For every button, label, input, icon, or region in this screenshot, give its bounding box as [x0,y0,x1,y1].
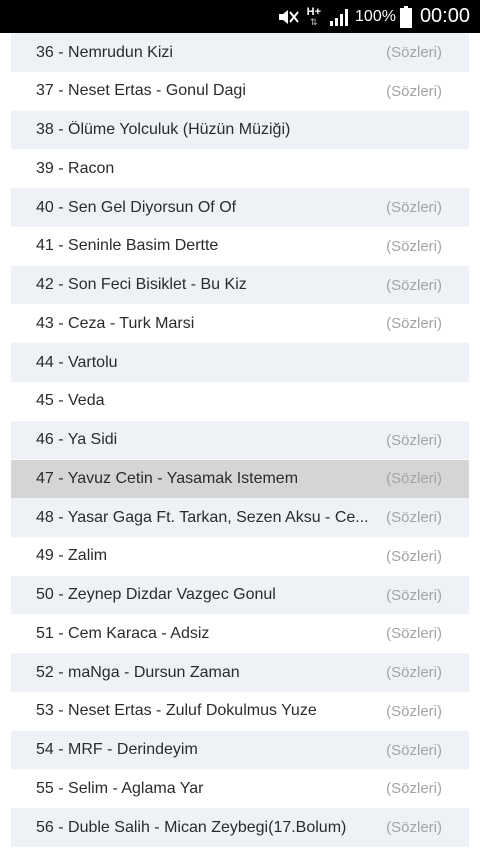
song-title: 52 - maNga - Dursun Zaman [36,663,240,681]
network-indicator: H+ ⇅ [306,5,322,27]
network-arrows-icon: ⇅ [310,16,318,27]
list-item[interactable]: 46 - Ya Sidi (Sözleri) [11,420,469,460]
lyrics-link[interactable]: (Sözleri) [386,587,442,604]
lyrics-link[interactable]: (Sözleri) [386,199,442,216]
list-item[interactable]: 50 - Zeynep Dizdar Vazgec Gonul (Sözleri) [11,575,469,615]
list-item[interactable]: 39 - Racon [11,149,469,189]
song-title: 46 - Ya Sidi [36,431,118,449]
lyrics-link[interactable]: (Sözleri) [386,625,442,642]
list-item[interactable]: 49 - Zalim (Sözleri) [11,537,469,576]
lyrics-link[interactable]: (Sözleri) [386,83,442,100]
song-title: 55 - Selim - Aglama Yar [36,779,204,797]
lyrics-link[interactable]: (Sözleri) [386,819,442,836]
song-title: 39 - Racon [36,159,115,177]
song-title: 37 - Neset Ertas - Gonul Dagi [36,82,246,100]
lyrics-link[interactable]: (Sözleri) [386,742,442,759]
list-item[interactable]: 52 - maNga - Dursun Zaman (Sözleri) [11,653,469,692]
list-item[interactable]: 51 - Cem Karaca - Adsiz (Sözleri) [11,614,469,654]
signal-icon [329,8,349,26]
song-title: 41 - Seninle Basim Dertte [36,237,219,255]
lyrics-link[interactable]: (Sözleri) [386,548,442,565]
list-item[interactable]: 55 - Selim - Aglama Yar (Sözleri) [11,769,469,809]
lyrics-link[interactable]: (Sözleri) [386,277,442,294]
lyrics-link[interactable]: (Sözleri) [386,703,442,720]
list-item[interactable]: 47 - Yavuz Cetin - Yasamak Istemem (Sözle… [11,459,469,499]
lyrics-link[interactable]: (Sözleri) [386,664,442,681]
lyrics-link[interactable]: (Sözleri) [386,238,442,255]
status-bar: H+ ⇅ 100% 00:00 [0,0,480,33]
list-item[interactable]: 40 - Sen Gel Diyorsun Of Of (Sözleri) [11,188,469,227]
mute-icon [277,8,299,26]
list-item[interactable]: 37 - Neset Ertas - Gonul Dagi (Sözleri) [11,72,469,111]
song-title: 44 - Vartolu [36,353,118,371]
battery-icon [399,5,412,28]
song-title: 36 - Nemrudun Kizi [36,43,173,61]
song-list[interactable]: 36 - Nemrudun Kizi (Sözleri) 37 - Neset Er… [0,33,480,853]
song-title: 42 - Son Feci Bisiklet - Bu Kiz [36,276,247,294]
list-item[interactable]: 44 - Vartolu [11,343,469,382]
song-title: 49 - Zalim [36,547,108,565]
list-item[interactable]: 38 - Ölüme Yolculuk (Hüzün Müziği) [11,110,469,150]
song-title: 43 - Ceza - Turk Marsi [36,314,195,332]
lyrics-link[interactable]: (Sözleri) [386,470,442,487]
song-title: 38 - Ölüme Yolculuk (Hüzün Müziği) [36,121,291,139]
clock: 00:00 [419,5,470,27]
lyrics-link[interactable]: (Sözleri) [386,44,442,61]
song-title: 50 - Zeynep Dizdar Vazgec Gonul [36,586,276,604]
lyrics-link[interactable]: (Sözleri) [386,780,442,797]
list-item[interactable]: 56 - Duble Salih - Mican Zeybegi(17.Bolu… [11,808,469,847]
song-title: 45 - Veda [36,392,105,410]
list-item[interactable]: 48 - Yasar Gaga Ft. Tarkan, Sezen Aksu -… [11,498,469,537]
list-item[interactable]: 45 - Veda [11,382,469,421]
battery-percent: 100% [355,7,396,25]
list-item[interactable]: 36 - Nemrudun Kizi (Sözleri) [11,33,469,72]
list-item[interactable]: 41 - Seninle Basim Dertte (Sözleri) [11,227,469,266]
song-title: 51 - Cem Karaca - Adsiz [36,624,210,642]
song-title: 48 - Yasar Gaga Ft. Tarkan, Sezen Aksu -… [36,508,369,526]
song-title: 56 - Duble Salih - Mican Zeybegi(17.Bolu… [36,818,347,836]
song-title: 53 - Neset Ertas - Zuluf Dokulmus Yuze [36,702,317,720]
list-item[interactable]: 42 - Son Feci Bisiklet - Bu Kiz (Sözleri) [11,265,469,305]
song-title: 47 - Yavuz Cetin - Yasamak Istemem [36,469,299,487]
list-item[interactable]: 43 - Ceza - Turk Marsi (Sözleri) [11,304,469,344]
song-title: 54 - MRF - Derindeyim [36,741,198,759]
list-item[interactable]: 53 - Neset Ertas - Zuluf Dokulmus Yuze (S… [11,692,469,731]
lyrics-link[interactable]: (Sözleri) [386,315,442,332]
lyrics-link[interactable]: (Sözleri) [386,432,442,449]
list-item[interactable]: 54 - MRF - Derindeyim (Sözleri) [11,730,469,770]
network-type-label: H+ [306,5,322,18]
song-title: 40 - Sen Gel Diyorsun Of Of [36,198,237,216]
lyrics-link[interactable]: (Sözleri) [386,509,442,526]
